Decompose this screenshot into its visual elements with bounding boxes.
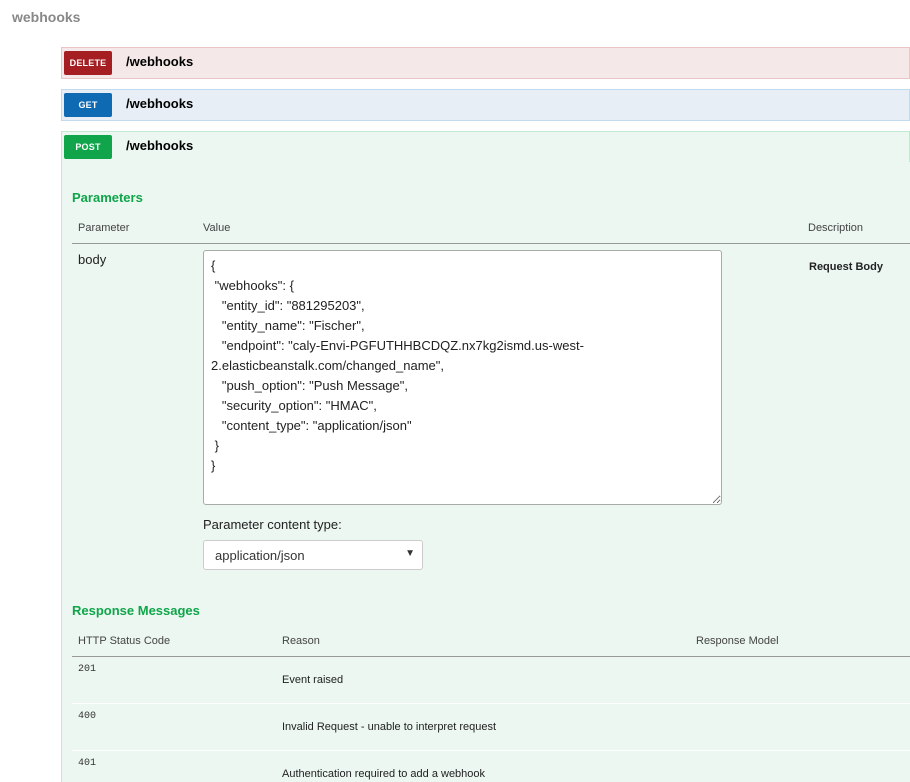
response-messages-heading: Response Messages	[72, 603, 200, 618]
method-badge-get[interactable]: GET	[64, 93, 112, 117]
resp-col-reason: Reason	[282, 635, 320, 647]
method-badge-delete[interactable]: DELETE	[64, 51, 112, 75]
param-col-parameter: Parameter	[78, 222, 130, 234]
resp-col-status: HTTP Status Code	[78, 635, 171, 647]
parameters-heading: Parameters	[72, 190, 143, 205]
param-header-divider	[72, 243, 910, 244]
resp-col-model: Response Model	[696, 635, 779, 647]
status-code: 201	[78, 664, 97, 675]
body-param-textarea[interactable]	[203, 250, 722, 505]
operation-delete-webhooks[interactable]: DELETE /webhooks	[61, 47, 910, 79]
operation-path[interactable]: /webhooks	[126, 54, 193, 69]
operation-post-webhooks[interactable]: POST /webhooks	[61, 131, 910, 163]
status-reason: Invalid Request - unable to interpret re…	[282, 721, 497, 733]
content-type-label: Parameter content type:	[203, 517, 342, 532]
row-divider	[72, 750, 910, 751]
method-badge-post[interactable]: POST	[64, 135, 112, 159]
operation-get-webhooks[interactable]: GET /webhooks	[61, 89, 910, 121]
param-col-value: Value	[203, 222, 231, 234]
status-reason: Authentication required to add a webhook	[282, 768, 486, 780]
status-code: 401	[78, 758, 97, 769]
param-name: body	[78, 252, 107, 267]
chevron-down-icon: ▼	[405, 548, 415, 559]
status-reason: Event raised	[282, 674, 344, 686]
operation-path[interactable]: /webhooks	[126, 96, 193, 111]
operation-path[interactable]: /webhooks	[126, 138, 193, 153]
content-type-value: application/json	[215, 548, 305, 563]
content-type-select[interactable]: application/json ▼	[203, 540, 423, 570]
resource-title[interactable]: webhooks	[12, 9, 80, 25]
status-code: 400	[78, 711, 97, 722]
row-divider	[72, 703, 910, 704]
resp-header-divider	[72, 656, 910, 657]
param-description: Request Body	[809, 261, 883, 273]
param-col-description: Description	[808, 222, 864, 234]
